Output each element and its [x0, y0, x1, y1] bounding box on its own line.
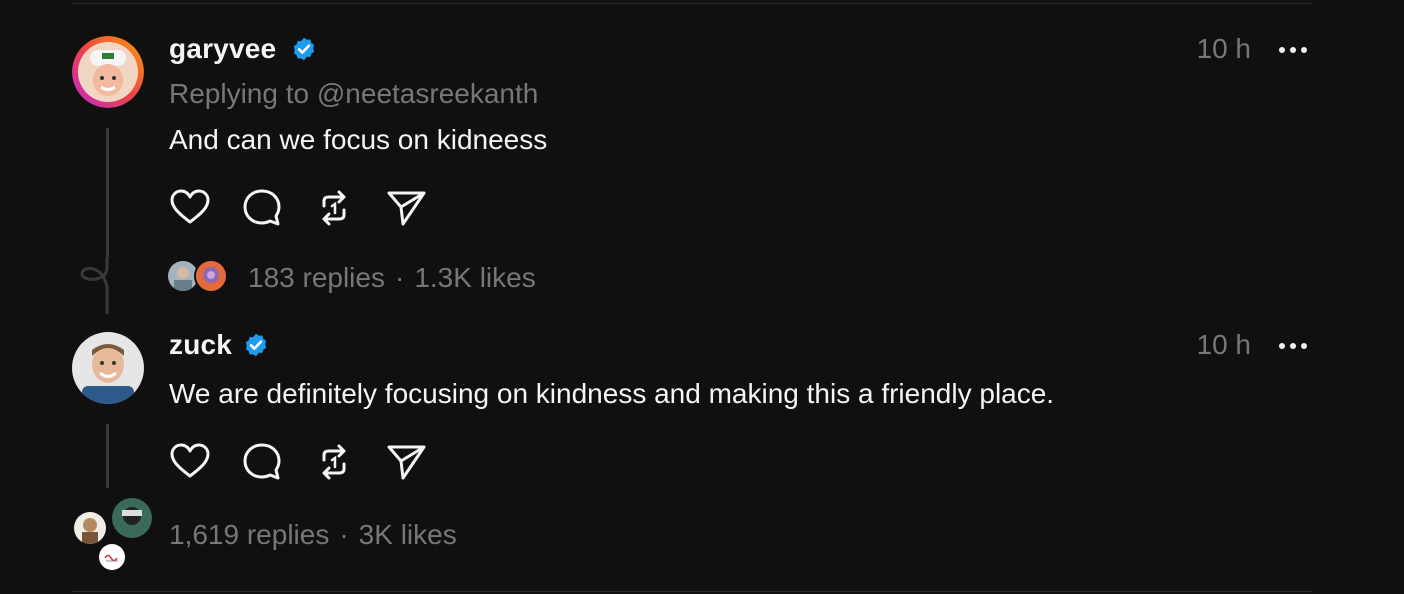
thread-line — [106, 128, 109, 258]
reply-avatar — [110, 496, 154, 540]
replies-count[interactable]: 183 replies — [248, 262, 385, 293]
post-text: And can we focus on kidneess — [169, 124, 548, 155]
reply-avatar — [72, 510, 108, 546]
verified-badge-icon — [243, 332, 269, 358]
replying-handle[interactable]: @neetasreekanth — [317, 78, 538, 109]
replies-count[interactable]: 1,619 replies — [169, 519, 329, 550]
stats-separator: · — [339, 519, 349, 550]
top-divider — [72, 3, 1312, 4]
send-icon[interactable] — [384, 186, 428, 230]
avatar-garyvee[interactable] — [72, 36, 144, 108]
avatar-zuck[interactable] — [72, 332, 144, 404]
username-zuck[interactable]: zuck — [169, 329, 232, 361]
heart-icon[interactable] — [168, 440, 212, 484]
post-stats: 1,619 replies · 3K likes — [169, 519, 457, 551]
send-icon[interactable] — [384, 440, 428, 484]
post-stats: 183 replies · 1.3K likes — [248, 262, 536, 294]
more-options-icon[interactable] — [1276, 336, 1310, 356]
likes-count[interactable]: 3K likes — [359, 519, 457, 550]
username-garyvee[interactable]: garyvee — [169, 33, 276, 65]
bottom-divider — [72, 591, 1312, 592]
post-text: We are definitely focusing on kindness a… — [169, 378, 1055, 409]
heart-icon[interactable] — [168, 186, 212, 230]
reply-avatar — [194, 259, 228, 293]
thread-loop-icon — [80, 258, 109, 314]
comment-bubble-icon[interactable] — [240, 186, 284, 230]
comment-bubble-icon[interactable] — [240, 440, 284, 484]
repost-icon[interactable] — [312, 186, 356, 230]
post-time: 10 h — [1196, 33, 1252, 64]
replying-to: Replying to @neetasreekanth — [169, 78, 538, 110]
reply-avatar — [97, 542, 127, 572]
likes-count[interactable]: 1.3K likes — [414, 262, 535, 293]
replying-prefix: Replying to — [169, 78, 310, 109]
repost-icon[interactable] — [312, 440, 356, 484]
stats-separator: · — [394, 262, 405, 293]
verified-badge-icon — [291, 36, 317, 62]
more-options-icon[interactable] — [1276, 40, 1310, 60]
thread-line — [106, 424, 109, 488]
post-time: 10 h — [1196, 329, 1252, 360]
